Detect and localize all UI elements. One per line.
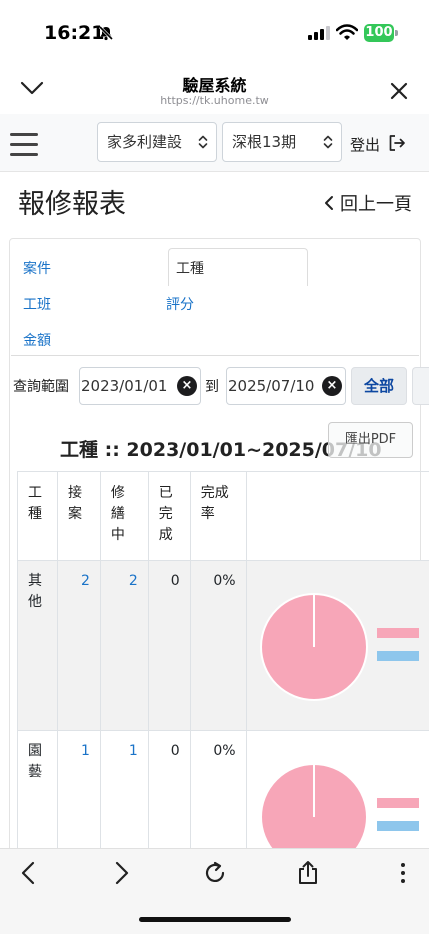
browser-page-title: 驗屋系統 xyxy=(182,76,247,95)
browser-url: https://tk.uhome.tw xyxy=(160,94,269,107)
logout-link[interactable]: 登出 xyxy=(350,134,380,155)
tabs-divider xyxy=(11,355,419,356)
tab-trade[interactable]: 工種 xyxy=(168,248,308,286)
chevron-left-icon xyxy=(325,196,333,210)
back-link[interactable]: 回上一頁 xyxy=(324,190,412,216)
tab-cases[interactable]: 案件 xyxy=(23,258,51,278)
sign-out-icon[interactable] xyxy=(388,134,406,152)
table-row: 其 他 2 2 0 0% xyxy=(17,560,429,731)
tab-crew[interactable]: 工班 xyxy=(23,294,51,314)
legend-swatch-blue xyxy=(376,651,419,661)
close-icon[interactable] xyxy=(390,82,408,100)
select-caret-icon xyxy=(323,135,333,149)
status-bar: 16:21 100 xyxy=(0,0,429,62)
more-vertical-icon[interactable] xyxy=(390,860,416,886)
date-to-value: 2025/07/10 xyxy=(228,377,315,395)
header-in-repair: 修 繕 中 xyxy=(99,471,149,561)
completed-count: 0 xyxy=(147,560,191,731)
export-pdf-button[interactable]: 匯出PDF xyxy=(328,422,413,458)
trade-cell: 其 他 xyxy=(17,560,58,731)
all-button[interactable]: 全部 xyxy=(351,367,407,405)
received-count-link[interactable]: 2 xyxy=(56,560,101,731)
pie-chart xyxy=(259,593,368,701)
home-indicator xyxy=(139,917,291,922)
clear-date-to-icon[interactable]: × xyxy=(322,376,342,396)
report-card: 案件 工種 工班 評分 金額 查詢範圍 2023/01/01 × 到 2025/… xyxy=(9,238,429,934)
project-select-value: 深根13期 xyxy=(232,133,297,151)
in-repair-count-link[interactable]: 2 xyxy=(99,560,149,731)
tab-rating[interactable]: 評分 xyxy=(166,294,194,314)
cellular-signal-icon xyxy=(308,26,330,40)
project-select[interactable]: 深根13期 xyxy=(222,122,342,162)
bell-slash-icon xyxy=(98,25,114,41)
menu-icon[interactable] xyxy=(10,133,38,157)
query-range-label: 查詢範圍 xyxy=(13,379,69,395)
legend-swatch-pink xyxy=(376,628,419,638)
table-header-row: 工 種 接 案 修 繕 中 已 完 成 完成 率 xyxy=(17,471,429,561)
forward-arrow-icon[interactable] xyxy=(108,860,134,886)
pie-chart-cell xyxy=(245,560,429,731)
header-completion-rate: 完成 率 xyxy=(189,471,247,561)
legend-swatch-blue xyxy=(376,821,419,831)
header-chart xyxy=(245,471,429,561)
header-received: 接 案 xyxy=(56,471,101,561)
reload-icon[interactable] xyxy=(202,860,228,886)
select-caret-icon xyxy=(198,135,208,149)
header-trade: 工 種 xyxy=(17,471,58,561)
back-link-label: 回上一頁 xyxy=(340,194,412,215)
clear-date-from-icon[interactable]: × xyxy=(177,376,197,396)
share-icon[interactable] xyxy=(295,860,321,886)
wifi-icon xyxy=(336,24,358,40)
completion-rate: 0% xyxy=(189,560,247,731)
company-select-value: 家多利建設 xyxy=(107,133,183,151)
date-from-input[interactable]: 2023/01/01 × xyxy=(79,367,201,405)
date-from-value: 2023/01/01 xyxy=(81,377,168,395)
tab-amount[interactable]: 金額 xyxy=(23,330,51,350)
header-completed: 已 完 成 xyxy=(147,471,191,561)
back-arrow-icon[interactable] xyxy=(16,860,42,886)
to-label: 到 xyxy=(205,379,219,395)
status-time: 16:21 xyxy=(44,22,105,44)
date-to-input[interactable]: 2025/07/10 × xyxy=(226,367,346,405)
legend-swatch-pink xyxy=(376,798,419,808)
battery-indicator: 100 xyxy=(364,24,394,42)
browser-header: 驗屋系統 https://tk.uhome.tw xyxy=(0,62,429,114)
company-select[interactable]: 家多利建設 xyxy=(97,122,217,162)
page-title: 報修報表 xyxy=(18,189,126,220)
report-table: 工 種 接 案 修 繕 中 已 完 成 完成 率 其 他 2 2 0 0% 園 … xyxy=(17,471,429,901)
next-button-partial[interactable] xyxy=(412,367,429,405)
battery-tip xyxy=(395,30,398,36)
app-navbar: 家多利建設 深根13期 登出 xyxy=(0,114,429,172)
